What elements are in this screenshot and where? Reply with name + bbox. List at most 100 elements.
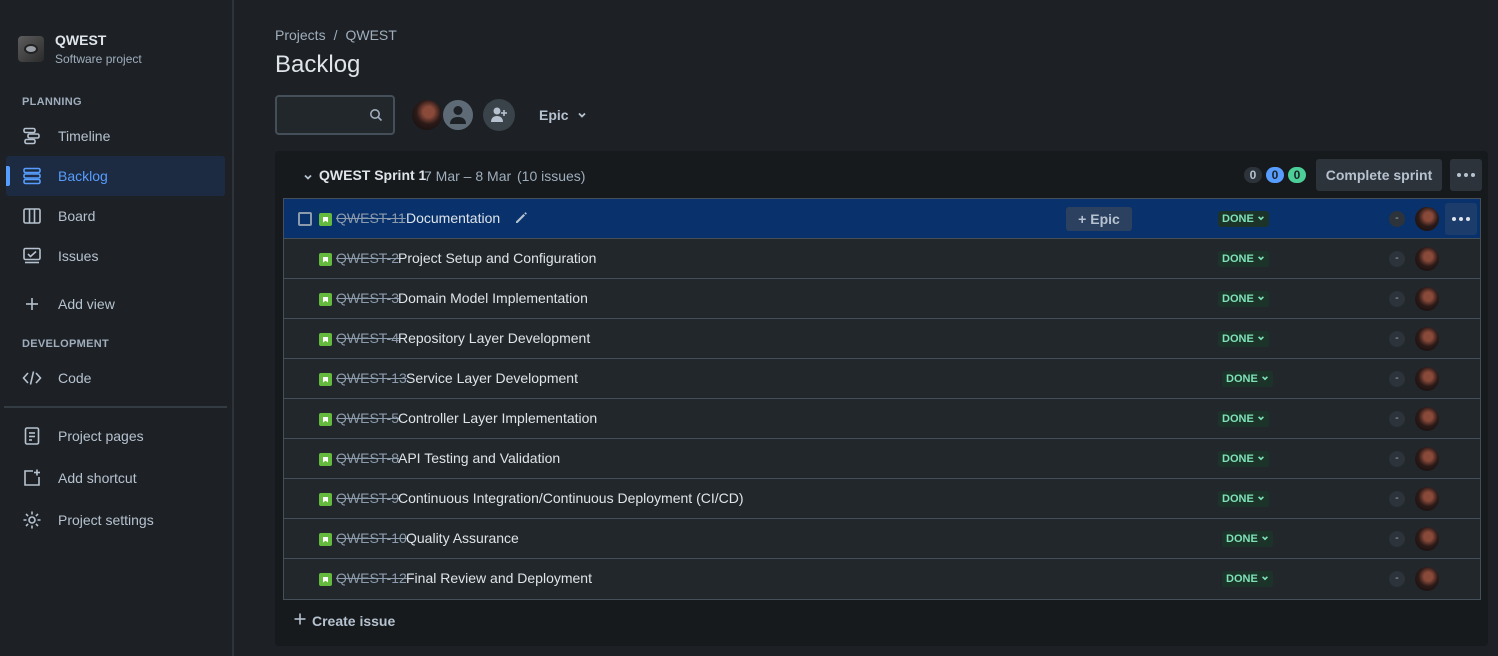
issue-summary[interactable]: Quality Assurance <box>406 530 519 546</box>
create-issue-button[interactable]: Create issue <box>293 612 395 629</box>
chevron-down-icon <box>1257 451 1265 467</box>
sidebar-item-board[interactable]: Board <box>6 196 225 236</box>
estimate-badge[interactable]: - <box>1389 531 1405 547</box>
epic-filter-dropdown[interactable]: Epic <box>539 107 587 123</box>
issue-row[interactable]: QWEST-4 Repository Layer Development DONE - <box>284 319 1480 359</box>
issue-summary[interactable]: Documentation <box>406 210 500 226</box>
estimate-badge[interactable]: - <box>1389 211 1405 227</box>
status-dropdown[interactable]: DONE <box>1218 251 1269 267</box>
assignee-avatar[interactable] <box>1415 327 1439 351</box>
assignee-avatar[interactable] <box>1415 247 1439 271</box>
issue-row[interactable]: QWEST-3 Domain Model Implementation DONE - <box>284 279 1480 319</box>
issue-row[interactable]: QWEST-12 Final Review and Deployment DONE - <box>284 559 1480 599</box>
chevron-down-icon <box>1261 571 1269 587</box>
project-header[interactable]: QWEST Software project <box>18 32 142 66</box>
issue-key[interactable]: QWEST-12 <box>336 570 407 586</box>
issue-key[interactable]: QWEST-3 <box>336 290 399 306</box>
issue-summary[interactable]: Service Layer Development <box>406 370 578 386</box>
issue-summary[interactable]: Controller Layer Implementation <box>398 410 597 426</box>
estimate-badge[interactable]: - <box>1389 331 1405 347</box>
issue-more-button[interactable] <box>1445 203 1477 235</box>
issue-summary[interactable]: Final Review and Deployment <box>406 570 592 586</box>
add-people-button[interactable] <box>483 99 515 131</box>
assignee-avatar[interactable] <box>1415 207 1439 231</box>
issue-row[interactable]: QWEST-8 API Testing and Validation DONE - <box>284 439 1480 479</box>
issue-row[interactable]: QWEST-13 Service Layer Development DONE - <box>284 359 1480 399</box>
user-avatar-filter[interactable] <box>410 98 444 132</box>
estimate-badge[interactable]: - <box>1389 571 1405 587</box>
issue-row[interactable]: QWEST-11 Documentation + Epic DONE - <box>284 199 1480 239</box>
issue-summary[interactable]: Repository Layer Development <box>398 330 590 346</box>
sidebar-item-issues[interactable]: Issues <box>6 236 225 276</box>
assignee-avatar[interactable] <box>1415 527 1439 551</box>
issue-checkbox[interactable] <box>298 212 312 226</box>
breadcrumb-projects[interactable]: Projects <box>275 27 326 43</box>
status-dropdown[interactable]: DONE <box>1218 291 1269 307</box>
create-issue-label: Create issue <box>312 612 396 629</box>
issue-key[interactable]: QWEST-11 <box>336 210 406 226</box>
issue-row[interactable]: QWEST-10 Quality Assurance DONE - <box>284 519 1480 559</box>
issue-summary[interactable]: Continuous Integration/Continuous Deploy… <box>398 490 744 506</box>
assignee-avatar[interactable] <box>1415 487 1439 511</box>
status-dropdown[interactable]: DONE <box>1218 451 1269 467</box>
sidebar-item-project-pages[interactable]: Project pages <box>6 416 225 456</box>
sprint-more-button[interactable] <box>1450 159 1482 191</box>
status-dropdown[interactable]: DONE <box>1218 331 1269 347</box>
status-dropdown[interactable]: DONE <box>1222 531 1273 547</box>
sidebar-item-label: Project settings <box>58 512 154 528</box>
issue-key[interactable]: QWEST-9 <box>336 490 399 506</box>
issue-list: QWEST-11 Documentation + Epic DONE - QWEST-2 P… <box>283 198 1481 600</box>
assignee-avatar[interactable] <box>1415 567 1439 591</box>
assignee-avatar[interactable] <box>1415 407 1439 431</box>
story-icon <box>319 333 332 346</box>
sidebar-item-project-settings[interactable]: Project settings <box>6 500 225 540</box>
status-dropdown[interactable]: DONE <box>1218 211 1269 227</box>
sidebar-item-backlog[interactable]: Backlog <box>6 156 225 196</box>
assignee-avatar[interactable] <box>1415 367 1439 391</box>
status-dropdown[interactable]: DONE <box>1218 411 1269 427</box>
issue-key[interactable]: QWEST-2 <box>336 250 399 266</box>
unassigned-avatar-filter[interactable] <box>441 98 475 132</box>
estimate-badge[interactable]: - <box>1389 491 1405 507</box>
collapse-chevron-icon[interactable] <box>303 169 313 185</box>
issue-key[interactable]: QWEST-5 <box>336 410 399 426</box>
issue-row[interactable]: QWEST-5 Controller Layer Implementation DO… <box>284 399 1480 439</box>
sidebar: QWEST Software project PLANNING Timeline… <box>0 0 234 656</box>
sidebar-item-code[interactable]: Code <box>6 358 225 398</box>
issue-row[interactable]: QWEST-2 Project Setup and Configuration DO… <box>284 239 1480 279</box>
breadcrumb-project[interactable]: QWEST <box>345 27 396 43</box>
issue-row[interactable]: QWEST-9 Continuous Integration/Continuous… <box>284 479 1480 519</box>
assignee-avatar[interactable] <box>1415 447 1439 471</box>
status-dropdown[interactable]: DONE <box>1222 371 1273 387</box>
status-dropdown[interactable]: DONE <box>1222 571 1273 587</box>
sidebar-item-add-shortcut[interactable]: Add shortcut <box>6 458 225 498</box>
sidebar-item-timeline[interactable]: Timeline <box>6 116 225 156</box>
estimate-badge[interactable]: - <box>1389 451 1405 467</box>
estimate-badge[interactable]: - <box>1389 251 1405 267</box>
backlog-icon <box>22 166 42 186</box>
sprint-dates[interactable]: 7 Mar – 8 Mar <box>424 168 511 184</box>
complete-sprint-button[interactable]: Complete sprint <box>1316 159 1442 191</box>
estimate-badge[interactable]: - <box>1389 411 1405 427</box>
issue-key[interactable]: QWEST-4 <box>336 330 399 346</box>
story-icon <box>319 533 332 546</box>
add-epic-button[interactable]: + Epic <box>1066 207 1132 231</box>
breadcrumb-separator: / <box>333 27 338 43</box>
status-dropdown[interactable]: DONE <box>1218 491 1269 507</box>
issue-summary[interactable]: Project Setup and Configuration <box>398 250 596 266</box>
issue-key[interactable]: QWEST-8 <box>336 450 399 466</box>
search-input[interactable] <box>275 95 395 135</box>
estimate-badge[interactable]: - <box>1389 371 1405 387</box>
issue-summary[interactable]: Domain Model Implementation <box>398 290 588 306</box>
chevron-down-icon <box>1257 291 1265 307</box>
sidebar-item-label: Backlog <box>58 168 108 184</box>
issue-key[interactable]: QWEST-10 <box>336 530 407 546</box>
issue-key[interactable]: QWEST-13 <box>336 370 407 386</box>
edit-pencil-icon[interactable] <box>514 211 528 228</box>
development-section-label: DEVELOPMENT <box>22 338 110 350</box>
sidebar-item-label: Timeline <box>58 128 111 144</box>
estimate-badge[interactable]: - <box>1389 291 1405 307</box>
assignee-avatar[interactable] <box>1415 287 1439 311</box>
issue-summary[interactable]: API Testing and Validation <box>398 450 560 466</box>
sidebar-item-add-view[interactable]: Add view <box>6 284 225 324</box>
